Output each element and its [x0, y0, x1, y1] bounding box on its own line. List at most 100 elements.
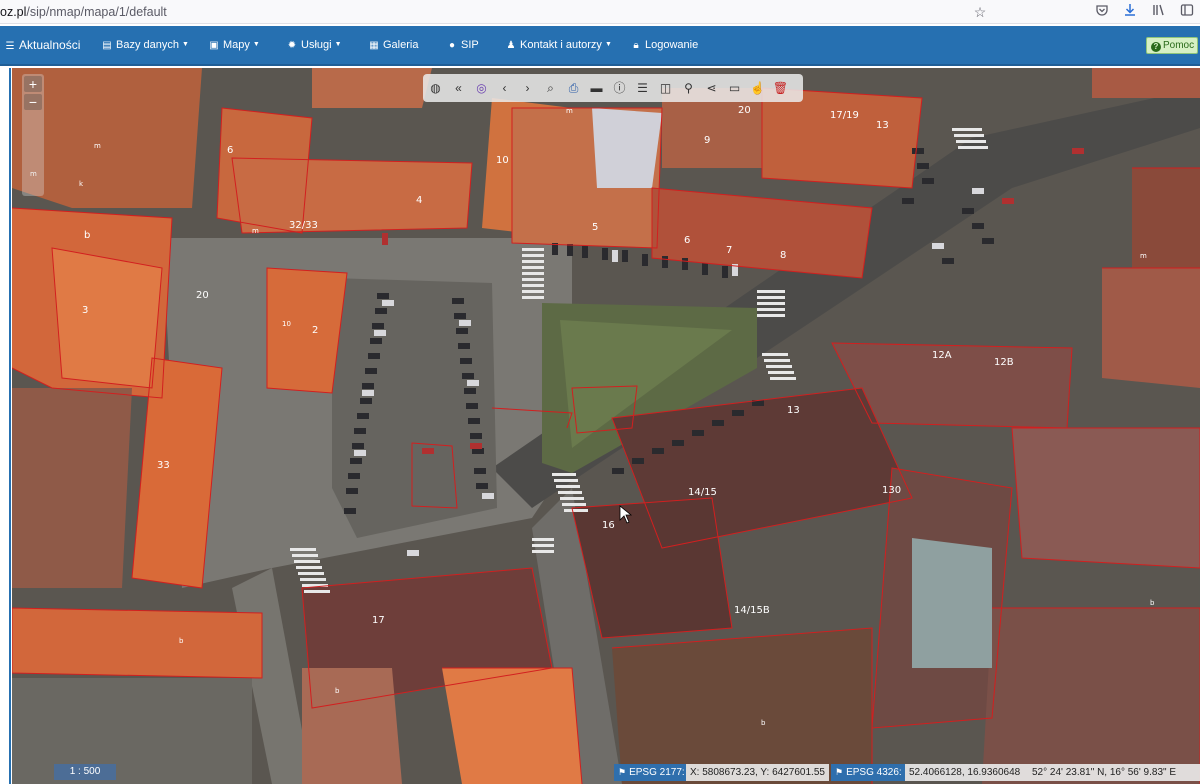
map-left-border: [0, 68, 12, 784]
map-label: m: [94, 142, 101, 150]
epsg-4326-label[interactable]: ⚑ EPSG 4326:: [831, 764, 905, 781]
map-label: 33: [157, 460, 170, 471]
nav-label: Logowanie: [645, 39, 699, 51]
map-label: 6: [684, 235, 690, 246]
map-label: 16: [602, 520, 615, 531]
search-icon[interactable]: ⌕: [542, 79, 559, 97]
nav-logowanie[interactable]: 🔒︎ Logowanie: [630, 26, 698, 64]
ruler-icon[interactable]: ▬: [588, 79, 605, 97]
nav-label: Bazy danych: [116, 39, 179, 51]
map-label: b: [761, 719, 766, 727]
library-icon[interactable]: [1150, 3, 1168, 21]
chevron-right-icon[interactable]: ›: [519, 79, 536, 97]
map-label: 6: [227, 145, 233, 156]
comment-icon[interactable]: ▭: [726, 79, 743, 97]
nav-label: SIP: [461, 39, 479, 51]
map-label: 10: [282, 320, 291, 328]
trash-icon[interactable]: 🗑︎: [772, 79, 789, 97]
print-icon[interactable]: ⎙: [565, 79, 582, 97]
nav-label: Aktualności: [19, 38, 81, 52]
menu-icon: ☰: [5, 41, 15, 52]
globe-icon[interactable]: ◍: [427, 79, 444, 97]
nav-kontakt[interactable]: ♟ Kontakt i autorzy ▼: [505, 26, 612, 64]
epsg-2177-coords: X: 5808673.23, Y: 6427601.55: [686, 764, 829, 781]
map-label: m: [252, 227, 259, 235]
epsg-label-text: EPSG 2177:: [629, 767, 685, 778]
url-host: oz.pl: [0, 5, 27, 19]
scale-indicator[interactable]: 1 : 500: [54, 764, 116, 780]
url-path: /sip/nmap/mapa/1/default: [26, 5, 167, 19]
epsg-2177-label[interactable]: ⚑ EPSG 2177:: [614, 764, 686, 781]
street-label: 20: [196, 290, 209, 301]
map-label: b: [1150, 599, 1155, 607]
orthophoto-map: b 6 4 32/33 10 5 6 7 8 20 9 17/19 13 3 2…: [12, 68, 1200, 784]
download-icon[interactable]: [1121, 3, 1139, 21]
nav-uslugi[interactable]: ✹ Usługi ▼: [286, 26, 342, 64]
epsg-4326-coords: 52.4066128, 16.9360648: [905, 764, 1028, 781]
map-label: 10: [496, 155, 509, 166]
map-label: 4: [416, 195, 422, 206]
caret-down-icon: ▼: [181, 41, 189, 49]
map-canvas[interactable]: b 6 4 32/33 10 5 6 7 8 20 9 17/19 13 3 2…: [12, 68, 1200, 784]
map-label: 5: [592, 222, 598, 233]
chevron-left-icon[interactable]: ‹: [496, 79, 513, 97]
map-label: 17/19: [830, 110, 859, 121]
share-icon[interactable]: ⋖: [703, 79, 720, 97]
map-label: m: [566, 107, 573, 115]
gear-icon: ✹: [287, 40, 297, 51]
user-icon: ♟: [506, 40, 516, 51]
map-label: 32/33: [289, 220, 318, 231]
map-label: m: [1140, 252, 1147, 260]
zoom-out-button[interactable]: −: [24, 94, 42, 110]
map-label: 13: [787, 405, 800, 416]
list-icon[interactable]: ☰: [634, 79, 651, 97]
double-left-icon[interactable]: «: [450, 79, 467, 97]
nav-galeria[interactable]: ▦ Galeria: [368, 26, 418, 64]
info-icon: ●: [448, 40, 456, 51]
nav-mapy[interactable]: ▣ Mapy ▼: [208, 26, 260, 64]
star-icon[interactable]: ☆: [971, 3, 989, 21]
map-label: 14/15B: [734, 605, 770, 616]
help-button[interactable]: ? Pomoc: [1146, 37, 1198, 54]
zoom-control: + −: [22, 74, 44, 196]
help-label: Pomoc: [1163, 40, 1195, 51]
nav-sip[interactable]: ● SIP: [446, 26, 479, 64]
map-label: 2: [312, 325, 318, 336]
map-label: b: [179, 637, 184, 645]
caret-down-icon: ▼: [252, 41, 260, 49]
nav-label: Mapy: [223, 39, 250, 51]
eye-off-icon[interactable]: ◎: [473, 79, 490, 97]
map-label: b: [335, 687, 340, 695]
nav-label: Usługi: [301, 39, 332, 51]
question-icon: ?: [1151, 42, 1161, 52]
map-label: 14/15: [688, 487, 717, 498]
map-label: 9: [704, 135, 710, 146]
flag-icon: ⚑: [835, 767, 844, 777]
caret-down-icon: ▼: [334, 41, 342, 49]
map-label: b: [84, 230, 90, 241]
flag-icon: ⚑: [618, 767, 627, 777]
caret-down-icon: ▼: [604, 41, 612, 49]
map-label: 8: [780, 250, 786, 261]
map-label: 7: [726, 245, 732, 256]
map-toolbar: ◍ « ◎ ‹ › ⌕ ⎙ ▬ ⓘ ☰ ◫ ⚲ ⋖ ▭ ☝ 🗑︎: [423, 74, 803, 102]
marker-icon[interactable]: ⚲: [680, 79, 697, 97]
hand-icon[interactable]: ☝: [749, 79, 766, 97]
info-icon[interactable]: ⓘ: [611, 79, 628, 97]
map-label: 12A: [932, 350, 952, 361]
nav-label: Galeria: [383, 39, 419, 51]
sidebar-icon[interactable]: [1178, 3, 1196, 21]
epsg-label-text: EPSG 4326:: [846, 767, 902, 778]
pocket-icon[interactable]: [1093, 3, 1111, 21]
address-bar[interactable]: oz.pl/sip/nmap/mapa/1/default: [0, 3, 167, 21]
grid-icon: ▦: [369, 40, 379, 51]
nav-bazy-danych[interactable]: ▤ Bazy danych ▼: [101, 26, 189, 64]
picture-icon: ▣: [209, 40, 219, 51]
lock-icon: 🔒︎: [633, 40, 639, 51]
browser-toolbar: oz.pl/sip/nmap/mapa/1/default ☆: [0, 0, 1200, 24]
map-label: 17: [372, 615, 385, 626]
layout-icon[interactable]: ◫: [657, 79, 674, 97]
map-label: 12B: [994, 357, 1014, 368]
zoom-in-button[interactable]: +: [24, 76, 42, 92]
nav-aktualnosci[interactable]: ☰ Aktualności: [4, 26, 81, 64]
